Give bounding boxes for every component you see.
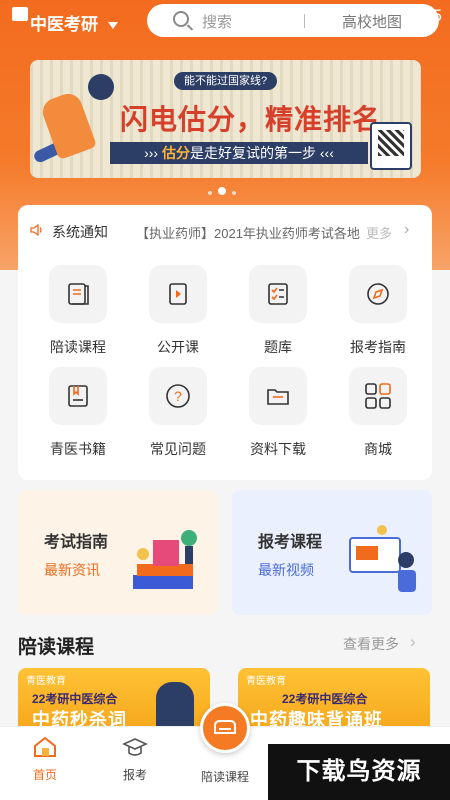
grid-item-question-bank[interactable]: 题库 [228,265,328,357]
nav-home[interactable]: 首页 [10,735,80,783]
speaker-icon [30,223,42,237]
section-more-link[interactable]: 查看更多 [343,634,399,654]
promo-title: 报考课程 [258,534,323,551]
grid-item-label: 资料下载 [250,441,306,457]
grid-item-course[interactable]: 陪读课程 [28,265,128,357]
graduation-cap-icon [122,738,148,756]
carousel-dot-active [218,186,226,195]
svg-text:?: ? [174,388,182,404]
promo-title: 考试指南 [44,534,109,551]
nav-label: 报考 [122,768,147,782]
exam-guide-illustration [133,530,197,589]
video-icon [149,265,207,323]
grid-item-label: 题库 [264,339,292,355]
section-title: 陪读课程 [18,637,95,658]
promo-subtitle: 最新资讯 [44,562,100,578]
compass-icon [349,265,407,323]
course-title: 中药趣味背诵班 [250,710,383,728]
folder-icon [249,367,307,425]
carousel-dot [208,191,212,195]
sofa-icon [214,720,236,734]
search-icon [173,11,189,27]
chevron-right-icon: › [404,221,410,238]
search-bar[interactable]: 搜索 高校地图 [147,4,439,37]
course-brand: 青医教育 [246,676,286,687]
book-icon [49,265,107,323]
search-placeholder: 搜索 [202,14,233,31]
carousel-indicator [208,182,242,200]
nav-exam[interactable]: 报考 [100,735,170,783]
grid-item-label: 陪读课程 [50,339,106,355]
notice-text: 【执业药师】2021年执业药师考试各地 [136,226,360,241]
grid-item-books[interactable]: 青医书籍 [28,367,128,459]
grid-item-download[interactable]: 资料下载 [228,367,328,459]
menu-card: 系统通知 【执业药师】2021年执业药师考试各地 更多 › 陪读课程 公开课 题… [18,205,432,480]
notice-more[interactable]: 更多 [366,223,392,242]
category-selector[interactable]: 中医考研 [30,10,118,35]
course-card[interactable]: 青医教育 22考研中医综合 中药秒杀词 [18,668,210,728]
system-notice[interactable]: 系统通知 【执业药师】2021年执业药师考试各地 更多 › [30,219,420,243]
promo-exam-guide[interactable]: 考试指南 最新资讯 [18,490,218,615]
checklist-icon [249,265,307,323]
grid-item-shop[interactable]: 商城 [328,367,428,459]
teacher-photo [156,682,194,728]
qr-code [370,122,412,170]
home-icon [34,736,56,757]
grid-item-guide[interactable]: 报考指南 [328,265,428,357]
banner-tag: 能不能过国家线? [174,72,278,90]
banner-arrows-right: ‹‹‹ [319,145,334,161]
course-top-text: 22考研中医综合 [282,692,368,706]
caret-down-icon [108,22,118,30]
grid-item-faq[interactable]: ? 常见问题 [128,367,228,459]
banner-arrows-left: ››› [144,145,159,161]
promo-banner[interactable]: 能不能过国家线? 闪电估分，精准排名 ››› 估分是走好复试的第一步 ‹‹‹ [30,60,421,178]
banner-subtitle-highlight: 估分 [162,145,190,161]
grid-item-label: 常见问题 [150,441,206,457]
notice-label: 系统通知 [52,224,108,240]
nav-label: 陪读课程 [200,770,249,784]
grid-item-label: 报考指南 [350,339,406,355]
nav-course-button[interactable] [200,703,250,753]
banner-subtitle: ››› 估分是走好复试的第一步 ‹‹‹ [110,142,368,164]
grid-icon [349,367,407,425]
question-icon: ? [149,367,207,425]
chevron-right-icon: › [410,632,416,651]
carousel-dot [232,191,236,195]
grid-item-label: 商城 [364,441,392,457]
watermark: 下载鸟资源 [268,744,450,800]
course-card[interactable]: 青医教育 22考研中医综合 中药趣味背诵班 [238,668,430,728]
course-brand: 青医教育 [26,676,66,687]
school-map-link[interactable]: 高校地图 [342,11,402,32]
banner-headline: 闪电估分，精准排名 [120,104,382,135]
nav-label: 首页 [32,768,57,782]
bookshelf-icon [49,367,107,425]
course-title: 中药秒杀词 [32,710,127,728]
category-label: 中医考研 [30,15,98,34]
banner-figure-head [88,74,114,100]
course-top-text: 22考研中医综合 [32,692,118,706]
divider [304,14,305,28]
banner-subtitle-rest: 是走好复试的第一步 [190,145,316,161]
top-header: 中医考研 搜索 高校地图 [0,0,450,44]
grid-item-open-class[interactable]: 公开课 [128,265,228,357]
promo-subtitle: 最新视频 [258,562,314,578]
grid-item-label: 公开课 [157,339,199,355]
grid-item-label: 青医书籍 [50,441,106,457]
exam-course-illustration [349,525,416,592]
promo-exam-course[interactable]: 报考课程 最新视频 [232,490,432,615]
